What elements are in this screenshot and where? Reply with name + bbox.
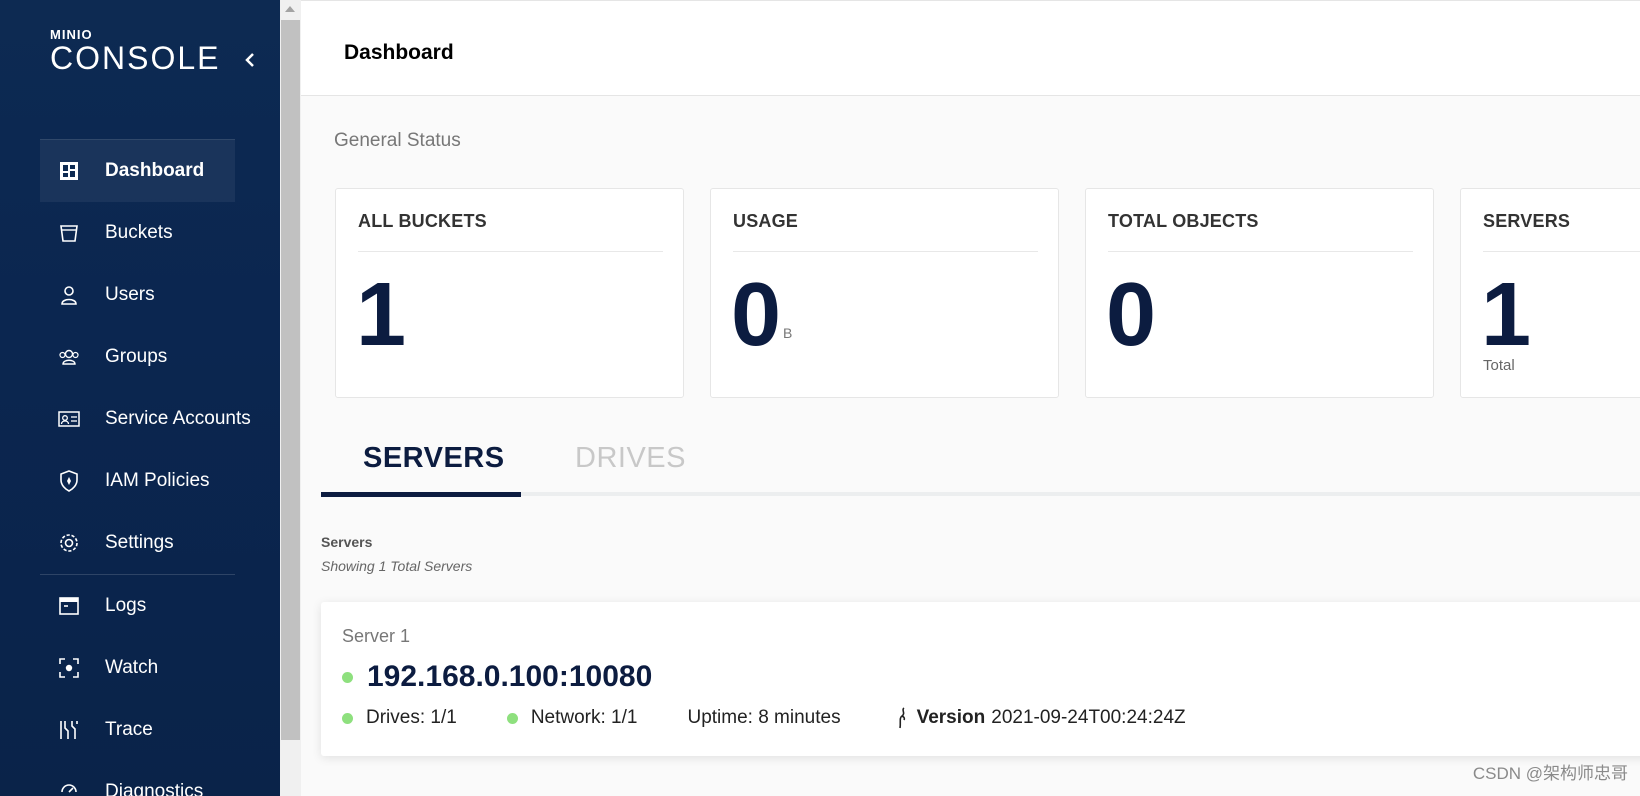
server-address: 192.168.0.100:10080: [367, 660, 653, 693]
network-status-dot-icon: [506, 712, 518, 724]
server-host: 192.168.0.100:10080: [342, 660, 652, 694]
page-header: Dashboard: [301, 0, 1640, 96]
main-content: Dashboard General Status ALL BUCKETS 1 U…: [301, 0, 1640, 796]
sidebar-item-dashboard[interactable]: Dashboard: [40, 140, 235, 202]
network-status: Network: 1/1: [506, 707, 638, 729]
card-unit: B: [783, 325, 793, 341]
watermark: CSDN @架构师忠哥: [1472, 764, 1628, 783]
card-value: 0: [731, 265, 782, 365]
id-card-icon: [58, 408, 80, 430]
gear-icon: [58, 532, 80, 554]
user-icon: [58, 284, 80, 306]
server-status-dot-icon: [342, 671, 353, 683]
uptime-text: Uptime: 8 minutes: [687, 707, 841, 728]
sidebar-item-groups[interactable]: Groups: [40, 326, 240, 388]
watch-icon: [58, 657, 80, 679]
server-name: Server 1: [342, 626, 411, 646]
sidebar: MINIO CONSOLE Dashboard Buckets Users Gr…: [0, 0, 280, 796]
card-value: 1: [1481, 265, 1532, 365]
sidebar-item-buckets[interactable]: Buckets: [40, 202, 240, 264]
page-title: Dashboard: [344, 41, 454, 64]
sidebar-item-settings[interactable]: Settings: [40, 512, 240, 574]
drives-status: Drives: 1/1: [342, 707, 457, 729]
card-title: ALL BUCKETS: [358, 211, 487, 231]
sidebar-item-service-accounts[interactable]: Service Accounts: [40, 388, 251, 450]
version: Version 2021-09-24T00:24:24Z: [895, 706, 1186, 730]
trace-icon: [58, 719, 80, 741]
servers-label: Servers: [321, 534, 373, 550]
sidebar-item-label: Settings: [105, 532, 174, 553]
tab-bar: SERVERS DRIVES: [321, 430, 1640, 497]
bucket-icon: [58, 222, 80, 244]
minio-bird-icon: [898, 707, 905, 729]
sidebar-item-label: Dashboard: [105, 160, 205, 181]
drives-status-dot-icon: [342, 712, 353, 724]
tab-servers[interactable]: SERVERS: [363, 442, 505, 475]
total-objects-card: TOTAL OBJECTS 0: [1085, 188, 1434, 398]
tab-drives[interactable]: DRIVES: [575, 442, 686, 475]
minio-console-logo[interactable]: MINIO CONSOLE: [50, 28, 221, 76]
scroll-thumb[interactable]: [281, 20, 300, 740]
sidebar-item-label: IAM Policies: [105, 470, 210, 491]
card-divider: [358, 251, 663, 252]
sidebar-item-iam-policies[interactable]: IAM Policies: [40, 450, 240, 512]
drives-status-text: Drives: 1/1: [366, 707, 457, 728]
sidebar-item-label: Watch: [105, 657, 159, 678]
network-status-text: Network: 1/1: [530, 707, 638, 728]
sidebar-item-label: Diagnostics: [105, 781, 204, 796]
scroll-up-arrow-icon[interactable]: [285, 6, 295, 12]
groups-icon: [58, 346, 80, 368]
sidebar-item-label: Logs: [105, 595, 147, 616]
diagnostics-icon: [58, 781, 80, 796]
version-value: 2021-09-24T00:24:24Z: [991, 707, 1186, 728]
collapse-sidebar-button[interactable]: [240, 48, 260, 72]
logo-product: CONSOLE: [50, 40, 221, 76]
card-value: 1: [356, 265, 407, 365]
shield-icon: [58, 470, 80, 492]
version-label: Version: [916, 707, 986, 728]
card-divider: [1108, 251, 1413, 252]
active-tab-indicator: [321, 492, 521, 497]
sidebar-item-users[interactable]: Users: [40, 264, 240, 326]
sidebar-item-label: Groups: [105, 346, 168, 367]
sidebar-item-label: Buckets: [105, 222, 173, 243]
card-title: TOTAL OBJECTS: [1108, 211, 1259, 231]
server-meta: Drives: 1/1 Network: 1/1 Uptime: 8 minut…: [342, 706, 1186, 730]
card-value: 0: [1106, 265, 1157, 365]
sidebar-item-label: Trace: [105, 719, 153, 740]
sidebar-item-diagnostics[interactable]: Diagnostics: [40, 761, 240, 796]
usage-card: USAGE 0 B: [710, 188, 1059, 398]
sidebar-item-logs[interactable]: Logs: [40, 575, 240, 637]
sidebar-item-trace[interactable]: Trace: [40, 699, 240, 761]
all-buckets-card: ALL BUCKETS 1: [335, 188, 684, 398]
sidebar-item-label: Service Accounts: [105, 408, 251, 429]
servers-card: SERVERS 1 Total: [1460, 188, 1640, 398]
uptime: Uptime: 8 minutes: [687, 707, 840, 729]
card-subtitle: Total: [1483, 357, 1515, 374]
general-status-title: General Status: [334, 130, 461, 151]
server-card: Server 1 192.168.0.100:10080 Drives: 1/1…: [321, 602, 1640, 756]
card-title: SERVERS: [1483, 211, 1571, 231]
card-divider: [733, 251, 1038, 252]
dashboard-icon: [58, 160, 80, 182]
chevron-left-icon: [245, 53, 254, 67]
sidebar-item-label: Users: [105, 284, 155, 305]
card-title: USAGE: [733, 211, 799, 231]
sidebar-scrollbar[interactable]: [280, 0, 301, 796]
servers-count: Showing 1 Total Servers: [321, 558, 473, 574]
logs-icon: [58, 595, 80, 617]
sidebar-item-watch[interactable]: Watch: [40, 637, 240, 699]
card-divider: [1483, 251, 1640, 252]
